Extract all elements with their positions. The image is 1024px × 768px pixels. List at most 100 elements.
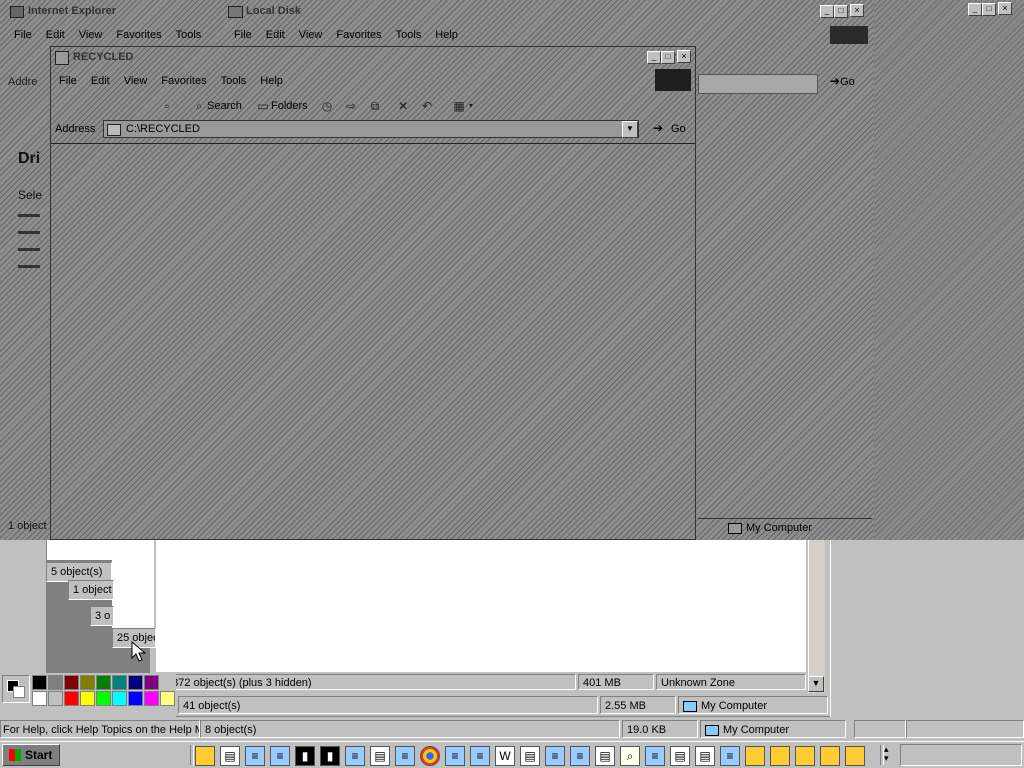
palette-swatch[interactable] — [48, 691, 63, 706]
close-button[interactable]: × — [998, 2, 1012, 15]
window-a-titlebar[interactable]: Internet Explorer — [0, 2, 220, 20]
front-go-label[interactable]: Go — [671, 123, 686, 135]
notepad-icon[interactable]: ≡ — [720, 746, 740, 766]
win-b-menu-edit[interactable]: Edit — [266, 29, 285, 41]
chrome-icon[interactable] — [420, 746, 440, 766]
folders-button-label[interactable]: Folders — [271, 100, 308, 112]
views-dropdown-icon[interactable]: ▾ — [463, 98, 479, 114]
left-link[interactable] — [18, 214, 40, 217]
folder-icon[interactable] — [745, 746, 765, 766]
palette-swatch[interactable] — [32, 675, 47, 690]
front-titlebar[interactable]: RECYCLED _ □ × — [51, 47, 695, 67]
right-go-button[interactable]: ➔Go — [830, 74, 870, 92]
palette-swatch[interactable] — [96, 691, 111, 706]
document-icon[interactable]: ▤ — [595, 746, 615, 766]
folder-icon[interactable] — [770, 746, 790, 766]
copy-to-icon[interactable]: ⧉ — [367, 98, 383, 114]
palette-swatch[interactable] — [80, 691, 95, 706]
notepad-icon[interactable]: ≡ — [270, 746, 290, 766]
delete-icon[interactable]: ✕ — [395, 98, 411, 114]
vertical-scrollbar[interactable] — [808, 538, 825, 693]
palette-swatch[interactable] — [128, 691, 143, 706]
wordpad-icon[interactable]: W — [495, 746, 515, 766]
win-a-menu-edit[interactable]: Edit — [46, 29, 65, 41]
win-a-menu-favorites[interactable]: Favorites — [116, 29, 161, 41]
current-colors-box[interactable] — [2, 675, 30, 703]
minimize-button[interactable]: _ — [968, 3, 982, 16]
undo-icon[interactable]: ↶ — [419, 98, 435, 114]
notepad-icon[interactable]: ≡ — [445, 746, 465, 766]
win-b-menu-view[interactable]: View — [299, 29, 323, 41]
close-button[interactable]: × — [850, 4, 864, 17]
notepad-icon[interactable]: ≡ — [345, 746, 365, 766]
palette-swatch[interactable] — [96, 675, 111, 690]
left-link[interactable] — [18, 265, 40, 268]
document-icon[interactable]: ▤ — [220, 746, 240, 766]
win-b-menu-favorites[interactable]: Favorites — [336, 29, 381, 41]
folder-icon[interactable] — [845, 746, 865, 766]
search-button-label[interactable]: Search — [207, 100, 242, 112]
palette-swatch[interactable] — [160, 691, 175, 706]
search-icon[interactable]: ⌕ — [620, 746, 640, 766]
front-menu-favorites[interactable]: Favorites — [161, 75, 206, 87]
win-b-menu-help[interactable]: Help — [435, 29, 458, 41]
minimize-button[interactable]: _ — [820, 5, 834, 18]
scroll-down-button[interactable]: ▼ — [808, 676, 824, 692]
palette-swatch[interactable] — [64, 675, 79, 690]
left-link[interactable] — [18, 248, 40, 251]
document-icon[interactable]: ▤ — [695, 746, 715, 766]
notepad-icon[interactable]: ≡ — [470, 746, 490, 766]
front-menu-file[interactable]: File — [59, 75, 77, 87]
document-icon[interactable]: ▤ — [670, 746, 690, 766]
folders-icon[interactable]: ▭ — [255, 98, 271, 114]
start-button[interactable]: Start — [2, 744, 60, 766]
win-a-menu-view[interactable]: View — [79, 29, 103, 41]
dos-prompt-icon[interactable]: ▮ — [320, 746, 340, 766]
background-color-swatch[interactable] — [13, 686, 25, 698]
win-a-menu-file[interactable]: File — [14, 29, 32, 41]
front-menu-edit[interactable]: Edit — [91, 75, 110, 87]
up-folder-icon[interactable]: ▫ — [159, 98, 175, 114]
move-to-icon[interactable]: ⇨ — [343, 98, 359, 114]
folder-icon[interactable] — [195, 746, 215, 766]
palette-swatch[interactable] — [64, 691, 79, 706]
document-icon[interactable]: ▤ — [370, 746, 390, 766]
palette-swatch[interactable] — [128, 675, 143, 690]
palette-swatch[interactable] — [144, 675, 159, 690]
document-icon[interactable]: ▤ — [520, 746, 540, 766]
win-a-menu-tools[interactable]: Tools — [176, 29, 202, 41]
notepad-icon[interactable]: ≡ — [645, 746, 665, 766]
close-button[interactable]: × — [677, 50, 691, 63]
notepad-icon[interactable]: ≡ — [545, 746, 565, 766]
palette-swatch[interactable] — [112, 675, 127, 690]
right-address-box[interactable] — [698, 74, 818, 94]
front-content-area[interactable] — [51, 143, 695, 540]
front-menu-view[interactable]: View — [124, 75, 148, 87]
win-b-menu-tools[interactable]: Tools — [396, 29, 422, 41]
maximize-button[interactable]: □ — [661, 51, 675, 64]
maximize-button[interactable]: □ — [982, 3, 996, 16]
folder-icon[interactable] — [820, 746, 840, 766]
folder-icon[interactable] — [795, 746, 815, 766]
left-link[interactable] — [18, 231, 40, 234]
address-input[interactable]: C:\RECYCLED ▼ — [103, 120, 639, 138]
window-b-titlebar[interactable]: Local Disk _ □ × — [222, 2, 874, 20]
notepad-icon[interactable]: ≡ — [570, 746, 590, 766]
front-menu-help[interactable]: Help — [260, 75, 283, 87]
palette-swatch[interactable] — [32, 691, 47, 706]
scroll-arrows-icon[interactable]: ▴ ▾ — [884, 745, 889, 763]
search-icon[interactable]: ⌕ — [191, 98, 207, 114]
history-icon[interactable]: ◷ — [319, 98, 335, 114]
palette-swatch[interactable] — [112, 691, 127, 706]
palette-swatch[interactable] — [48, 675, 63, 690]
notepad-icon[interactable]: ≡ — [245, 746, 265, 766]
palette-swatch[interactable] — [144, 691, 159, 706]
dos-prompt-icon[interactable]: ▮ — [295, 746, 315, 766]
minimize-button[interactable]: _ — [647, 51, 661, 64]
front-menu-tools[interactable]: Tools — [221, 75, 247, 87]
win-b-menu-file[interactable]: File — [234, 29, 252, 41]
palette-swatch[interactable] — [80, 675, 95, 690]
address-dropdown-button[interactable]: ▼ — [622, 121, 638, 138]
notepad-icon[interactable]: ≡ — [395, 746, 415, 766]
maximize-button[interactable]: □ — [834, 5, 848, 18]
